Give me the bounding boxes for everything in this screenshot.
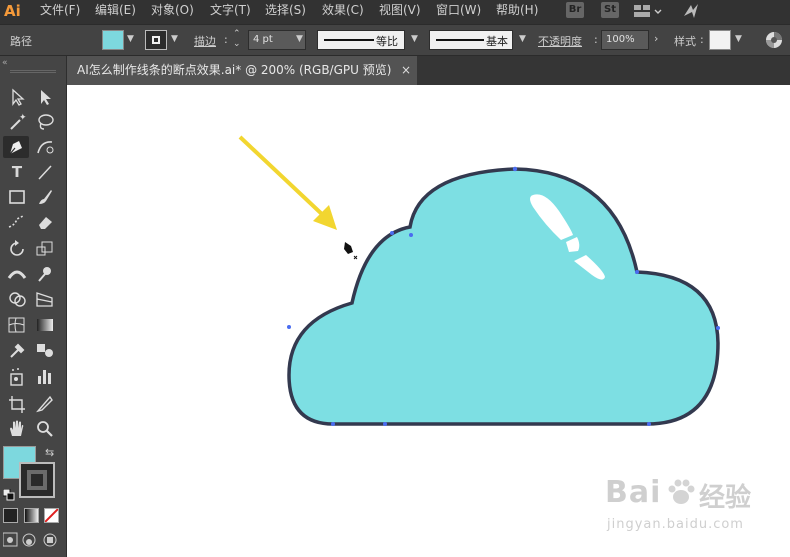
selection-tool-icon[interactable] — [5, 86, 29, 108]
chevron-down-icon[interactable]: ▼ — [735, 34, 742, 44]
bridge-icon[interactable]: Br — [566, 2, 584, 18]
control-bar: 路径 ▼ ▼ 描边 : ⌃ ⌄ 4 pt ▼ 等比 ▼ 基本 ▼ 不透明度 : 1… — [0, 24, 790, 56]
rotate-tool-icon[interactable] — [5, 238, 29, 260]
type-tool-icon[interactable]: T — [5, 161, 29, 183]
chevron-right-icon[interactable]: › — [654, 32, 658, 45]
slice-tool-icon[interactable] — [33, 393, 57, 415]
rectangle-tool-icon[interactable] — [5, 186, 29, 208]
perspective-grid-tool-icon[interactable] — [33, 288, 57, 310]
style-label: 样式 — [674, 35, 696, 48]
opacity-label[interactable]: 不透明度 — [538, 33, 582, 49]
menu-bar: Ai 文件(F) 编辑(E) 对象(O) 文字(T) 选择(S) 效果(C) 视… — [0, 0, 790, 24]
pen-tool-icon[interactable] — [3, 136, 29, 158]
symbol-sprayer-tool-icon[interactable] — [5, 366, 29, 388]
svg-text:✦: ✦ — [19, 113, 27, 123]
document-tab-title: AI怎么制作线条的断点效果.ai* @ 200% (RGB/GPU 预览) — [77, 63, 392, 77]
menu-type[interactable]: 文字(T) — [210, 0, 251, 22]
stroke-label[interactable]: 描边 — [194, 33, 216, 49]
fill-color-swatch[interactable] — [102, 30, 124, 50]
chevron-down-icon[interactable]: ▼ — [519, 34, 526, 44]
menu-help[interactable]: 帮助(H) — [496, 0, 538, 22]
illustrator-window: Ai 文件(F) 编辑(E) 对象(O) 文字(T) 选择(S) 效果(C) 视… — [0, 0, 790, 557]
opacity-field[interactable]: 100% — [601, 30, 649, 50]
lasso-tool-icon[interactable] — [33, 111, 57, 133]
mesh-tool-icon[interactable] — [5, 314, 29, 336]
puppet-warp-tool-icon[interactable] — [33, 263, 57, 285]
gradient-mode-icon[interactable] — [24, 508, 39, 523]
brush-definition[interactable]: 基本 — [429, 30, 513, 50]
watermark-brand-cn: 经验 — [699, 483, 752, 513]
stock-icon[interactable]: St — [601, 2, 619, 18]
menu-window[interactable]: 窗口(W) — [436, 0, 481, 22]
menu-select[interactable]: 选择(S) — [265, 0, 306, 22]
gpu-performance-icon[interactable] — [682, 2, 700, 20]
artboard-tool-icon[interactable] — [5, 393, 29, 415]
chevron-down-icon[interactable]: ▼ — [296, 34, 303, 44]
eyedropper-tool-icon[interactable] — [5, 339, 29, 361]
app-logo: Ai — [4, 2, 21, 20]
chevron-down-icon[interactable]: ▼ — [411, 34, 418, 44]
gradient-tool-icon[interactable] — [33, 314, 57, 336]
graphic-style-swatch[interactable] — [709, 30, 731, 50]
stroke-color-swatch[interactable] — [145, 30, 167, 50]
menu-effect[interactable]: 效果(C) — [322, 0, 364, 22]
baidu-watermark: Bai 经验 jingyan.baidu.com — [605, 475, 785, 545]
paw-icon — [667, 479, 695, 505]
watermark-brand: Bai — [605, 475, 662, 510]
chevron-down-icon[interactable]: ▼ — [171, 34, 178, 44]
direct-selection-tool-icon[interactable] — [33, 86, 57, 108]
paintbrush-tool-icon[interactable] — [33, 186, 57, 208]
menu-file[interactable]: 文件(F) — [40, 0, 80, 22]
swap-fill-stroke-icon[interactable]: ⇆ — [45, 446, 54, 459]
default-fill-stroke-icon[interactable] — [2, 486, 15, 501]
menu-edit[interactable]: 编辑(E) — [95, 0, 136, 22]
scale-tool-icon[interactable] — [33, 238, 57, 260]
blend-tool-icon[interactable] — [33, 339, 57, 361]
watermark-url: jingyan.baidu.com — [607, 517, 744, 532]
close-icon[interactable]: × — [401, 56, 411, 85]
draw-mode-icons[interactable] — [2, 532, 63, 548]
arrange-documents-icon[interactable] — [634, 3, 662, 19]
shaper-tool-icon[interactable] — [5, 211, 29, 233]
document-tab-bar: AI怎么制作线条的断点效果.ai* @ 200% (RGB/GPU 预览) × — [67, 56, 790, 85]
menu-view[interactable]: 视图(V) — [379, 0, 421, 22]
opacity-label-colon: : — [594, 33, 598, 46]
curvature-tool-icon[interactable] — [33, 136, 57, 158]
stroke-stepper[interactable]: ⌃ ⌄ — [233, 29, 241, 49]
brush-label: 基本 — [486, 35, 508, 48]
tools-panel: « ✦ T ⇆ — [0, 56, 67, 557]
cloud-shape[interactable] — [287, 167, 720, 426]
line-segment-tool-icon[interactable] — [33, 161, 57, 183]
menu-object[interactable]: 对象(O) — [151, 0, 194, 22]
annotation-arrow — [238, 135, 337, 230]
zoom-tool-icon[interactable] — [33, 418, 57, 440]
collapse-icon[interactable]: « — [2, 58, 8, 68]
shape-builder-tool-icon[interactable] — [5, 288, 29, 310]
artboard-canvas[interactable]: Bai 经验 jingyan.baidu.com — [67, 85, 790, 557]
magic-wand-tool-icon[interactable]: ✦ — [5, 111, 29, 133]
recolor-artwork-icon[interactable] — [765, 31, 783, 52]
stroke-swatch[interactable] — [19, 462, 55, 498]
variable-width-profile[interactable]: 等比 — [317, 30, 405, 50]
eraser-tool-icon[interactable] — [33, 211, 57, 233]
profile-label: 等比 — [376, 35, 398, 48]
column-graph-tool-icon[interactable] — [33, 366, 57, 388]
panel-grip[interactable] — [10, 70, 56, 73]
none-mode-icon[interactable] — [44, 508, 59, 523]
pen-cursor-icon — [344, 242, 358, 260]
object-type-label: 路径 — [10, 35, 32, 48]
document-tab[interactable]: AI怎么制作线条的断点效果.ai* @ 200% (RGB/GPU 预览) × — [67, 56, 417, 85]
width-tool-icon[interactable] — [5, 263, 29, 285]
stroke-label-colon: : — [224, 33, 228, 46]
color-mode-icon[interactable] — [3, 508, 18, 523]
chevron-down-icon[interactable]: ▼ — [127, 34, 134, 44]
style-label-colon: : — [700, 33, 704, 46]
hand-tool-icon[interactable] — [5, 418, 29, 440]
